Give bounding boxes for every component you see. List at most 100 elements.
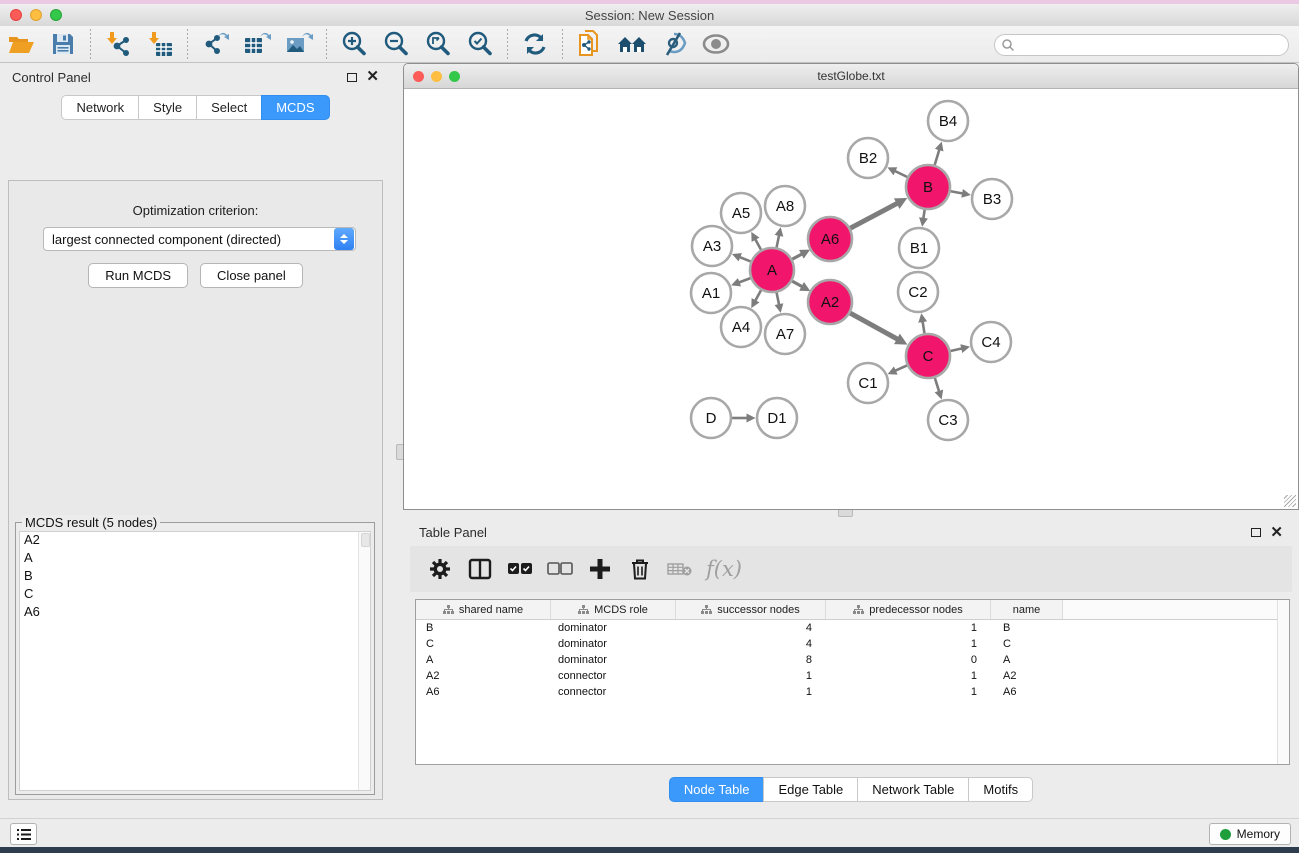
zoom-fit-button[interactable] [421,28,455,60]
tab-edge-table[interactable]: Edge Table [763,777,857,802]
column-header[interactable]: successor nodes [676,600,826,619]
node-A5[interactable]: A5 [721,193,761,233]
tab-motifs[interactable]: Motifs [968,777,1033,802]
select-all-button[interactable] [504,552,536,586]
node-A6[interactable]: A6 [808,217,852,261]
edge-A-A1[interactable] [738,278,750,283]
graph-nodes[interactable]: B4 B2 B B3 B1 A5A8 A3 A6 A A1A4A7A2 C2 C4 C C1 C3 D D1 [691,101,1012,440]
node-A7[interactable]: A7 [765,314,805,354]
result-item[interactable]: A2 [20,532,370,550]
node-B4[interactable]: B4 [928,101,968,141]
node-B1[interactable]: B1 [899,228,939,268]
save-session-button[interactable] [46,28,80,60]
settings-gear-button[interactable] [424,552,456,586]
run-mcds-button[interactable]: Run MCDS [88,263,188,288]
result-item[interactable]: B [20,568,370,586]
edge-A-A8[interactable] [777,234,780,247]
edge-A-A3[interactable] [739,257,751,262]
node-A1[interactable]: A1 [691,273,731,313]
edge-C-C2[interactable] [922,321,924,334]
column-header[interactable]: name [991,600,1063,619]
import-network-button[interactable] [101,28,135,60]
node-A4[interactable]: A4 [721,307,761,347]
delete-row-button[interactable] [624,552,656,586]
node-B3[interactable]: B3 [972,179,1012,219]
horizontal-splitter-grip[interactable] [838,509,853,517]
result-item[interactable]: A [20,550,370,568]
task-history-button[interactable] [10,823,37,845]
edge-A-A2[interactable] [792,281,803,287]
edge-C-C4[interactable] [950,348,962,351]
node-A8[interactable]: A8 [765,186,805,226]
edge-A-A7[interactable] [777,293,780,306]
add-row-button[interactable] [584,552,616,586]
tab-style[interactable]: Style [138,95,196,120]
table-row[interactable]: Cdominator41C [416,636,1289,652]
export-image-button[interactable] [282,28,316,60]
optimization-criterion-dropdown[interactable]: largest connected component (directed) [43,227,356,251]
table-row[interactable]: A2connector11A2 [416,668,1289,684]
node-A[interactable]: A [750,248,794,292]
memory-button[interactable]: Memory [1209,823,1291,845]
zoom-in-button[interactable] [337,28,371,60]
close-table-panel-icon[interactable]: ✕ [1270,528,1283,538]
search-input[interactable] [1015,36,1288,54]
hide-graphics-details-button[interactable] [657,28,691,60]
edge-B-B2[interactable] [894,171,907,177]
network-window-titlebar[interactable]: testGlobe.txt [404,64,1298,89]
node-D1[interactable]: D1 [757,398,797,438]
node-C1[interactable]: C1 [848,363,888,403]
table-row[interactable]: Bdominator41B [416,620,1289,636]
export-network-button[interactable] [198,28,232,60]
edge-A-A6[interactable] [792,254,802,260]
edge-B-B4[interactable] [935,149,940,165]
node-B[interactable]: B [906,165,950,209]
cybrowser-home-button[interactable] [615,28,649,60]
edge-A-A4[interactable] [755,290,761,301]
node-B2[interactable]: B2 [848,138,888,178]
tab-node-table[interactable]: Node Table [669,777,764,802]
edge-B-B1[interactable] [923,210,924,220]
dropdown-stepper-icon[interactable] [334,228,354,250]
tab-network[interactable]: Network [61,95,138,120]
result-item[interactable]: A6 [20,604,370,622]
node-C3[interactable]: C3 [928,400,968,440]
deselect-all-button[interactable] [544,552,576,586]
tab-network-table[interactable]: Network Table [857,777,968,802]
new-network-from-selection-button[interactable] [573,28,607,60]
node-C[interactable]: C [906,334,950,378]
node-C2[interactable]: C2 [898,272,938,312]
column-header[interactable]: predecessor nodes [826,600,991,619]
table-row[interactable]: Adominator80A [416,652,1289,668]
tab-mcds[interactable]: MCDS [261,95,329,120]
network-canvas[interactable]: B4 B2 B B3 B1 A5A8 A3 A6 A A1A4A7A2 C2 C4 C C1 C3 D D1 [404,89,1298,509]
column-header[interactable]: MCDS role [551,600,676,619]
refresh-layout-button[interactable] [518,28,552,60]
tab-select[interactable]: Select [196,95,261,120]
table-scrollbar[interactable] [1277,600,1289,764]
window-resize-handle[interactable] [1284,495,1296,507]
zoom-selected-button[interactable] [463,28,497,60]
table-header-row[interactable]: shared nameMCDS rolesuccessor nodesprede… [416,600,1289,620]
node-C4[interactable]: C4 [971,322,1011,362]
import-table-button[interactable] [143,28,177,60]
search-field[interactable] [994,34,1289,56]
result-scrollbar[interactable] [358,532,370,790]
result-item[interactable]: C [20,586,370,604]
edge-A6-B[interactable] [850,203,898,228]
show-hide-eye-button[interactable] [699,28,733,60]
node-A2[interactable]: A2 [808,280,852,324]
float-table-panel-icon[interactable] [1251,528,1261,537]
node-A3[interactable]: A3 [692,226,732,266]
column-layout-button[interactable] [464,552,496,586]
column-header[interactable]: shared name [416,600,551,619]
edge-C-C3[interactable] [935,378,939,392]
edge-C-C1[interactable] [894,365,907,371]
edge-A-A5[interactable] [755,238,761,249]
export-table-button[interactable] [240,28,274,60]
edge-B-B3[interactable] [951,191,964,193]
node-D[interactable]: D [691,398,731,438]
close-panel-button[interactable]: Close panel [200,263,303,288]
edge-A2-C[interactable] [850,313,898,339]
open-file-button[interactable] [4,28,38,60]
